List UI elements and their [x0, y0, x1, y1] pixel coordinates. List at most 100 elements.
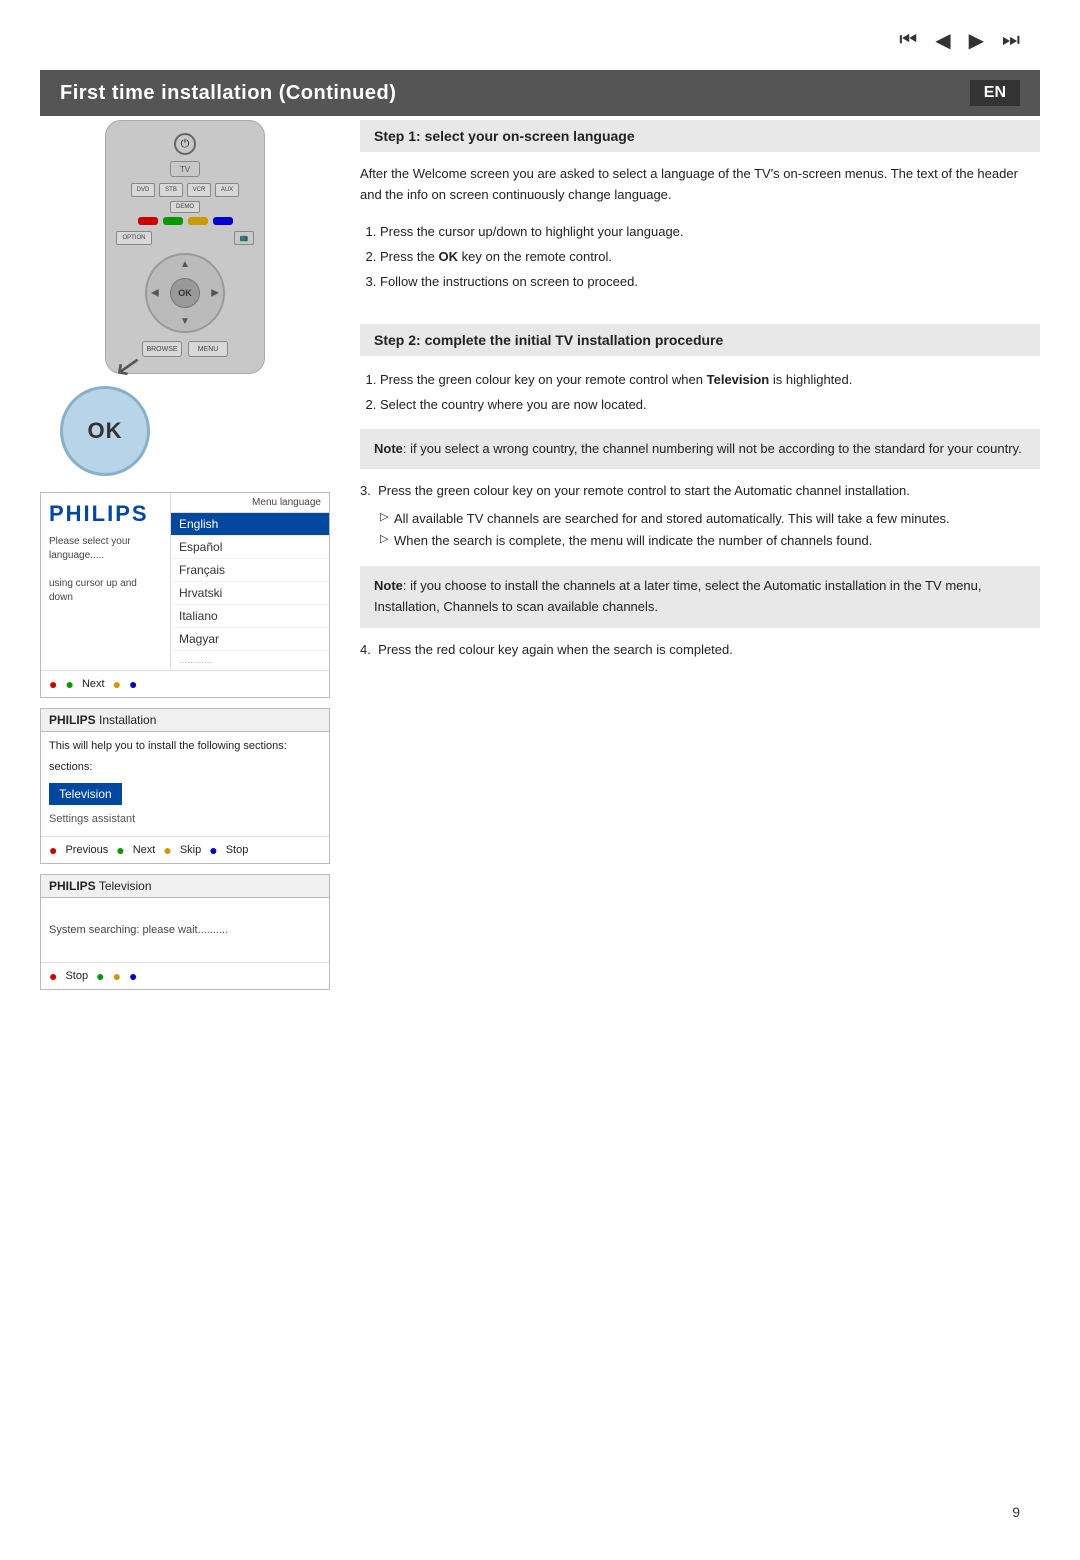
tv-screen-footer: ● Stop ● ● ●	[41, 962, 329, 989]
nav-prev-prev-icon[interactable]: ⏮	[899, 29, 917, 52]
lang-item-espanol[interactable]: Español	[171, 536, 329, 559]
step1-header: Step 1: select your on-screen language	[360, 120, 1040, 152]
dpad-up[interactable]: ▲	[180, 259, 190, 270]
ok-button-small[interactable]: OK	[170, 278, 200, 308]
install-previous-label[interactable]: Previous	[65, 844, 108, 856]
remote-illustration: ⏻ TV DVD STB VCR AUX DEMO OPTION 📺	[40, 120, 330, 374]
green-button[interactable]	[163, 217, 183, 225]
yellow-dot-icon: ●	[113, 676, 121, 692]
stb-button[interactable]: STB	[159, 183, 183, 197]
power-icon: ⏻	[181, 138, 190, 151]
step2-list-item-1: Press the green colour key on your remot…	[380, 368, 1040, 391]
install-stop-label[interactable]: Stop	[226, 844, 249, 856]
note-box-2: Note: if you choose to install the chann…	[360, 566, 1040, 628]
tv-red-dot: ●	[49, 968, 57, 984]
dpad-down[interactable]: ▼	[180, 316, 190, 327]
step1-list: Press the cursor up/down to highlight yo…	[380, 220, 1040, 294]
tv-highlight[interactable]: Television	[49, 783, 122, 805]
lang-item-italiano[interactable]: Italiano	[171, 605, 329, 628]
philips-logo: PHILIPS	[49, 501, 162, 527]
step2-list-top: Press the green colour key on your remot…	[380, 368, 1040, 417]
lang-item-francais[interactable]: Français	[171, 559, 329, 582]
blue-dot-icon: ●	[129, 676, 137, 692]
left-column: ⏻ TV DVD STB VCR AUX DEMO OPTION 📺	[40, 120, 330, 1000]
install-screen-footer: ● Previous ● Next ● Skip ● Stop	[41, 836, 329, 863]
lang-menu-header: Menu language	[171, 493, 329, 513]
header-bar: First time installation (Continued) EN	[40, 70, 1040, 116]
step2-bullet-list: All available TV channels are searched f…	[380, 508, 1040, 552]
tv-screen-body: System searching: please wait..........	[41, 898, 329, 962]
aux-button[interactable]: AUX	[215, 183, 239, 197]
settings-assistant-text: Settings assistant	[49, 809, 321, 830]
dpad-right[interactable]: ▶	[211, 288, 219, 299]
install-next-label[interactable]: Next	[133, 844, 156, 856]
tv-yellow-dot: ●	[113, 968, 121, 984]
yellow-button[interactable]	[188, 217, 208, 225]
step1-list-item-2: Press the OK key on the remote control.	[380, 245, 1040, 268]
install-screen-body: This will help you to install the follow…	[41, 732, 329, 836]
menu-button[interactable]: MENU	[188, 341, 228, 357]
tv-button[interactable]: TV	[170, 161, 200, 177]
step2-header: Step 2: complete the initial TV installa…	[360, 324, 1040, 356]
step2-bullet-2: When the search is complete, the menu wi…	[380, 530, 1040, 552]
demo-button[interactable]: DEMO	[170, 201, 200, 213]
step2-para3: 3. Press the green colour key on your re…	[360, 481, 1040, 552]
power-button[interactable]: ⏻	[174, 133, 196, 155]
blue-button[interactable]	[213, 217, 233, 225]
lang-left-panel: PHILIPS Please select your language.....…	[41, 493, 171, 670]
red-button[interactable]	[138, 217, 158, 225]
step2-bullet-1: All available TV channels are searched f…	[380, 508, 1040, 530]
red-dot-icon: ●	[49, 676, 57, 692]
install-blue-dot: ●	[209, 842, 217, 858]
television-screen: PHILIPS Television System searching: ple…	[40, 874, 330, 990]
step1-list-item-3: Follow the instructions on screen to pro…	[380, 270, 1040, 293]
install-red-dot: ●	[49, 842, 57, 858]
install-help-text: This will help you to install the follow…	[49, 738, 321, 755]
dpad-left[interactable]: ◀	[151, 288, 159, 299]
top-nav: ⏮ ◀ ▶ ⏭	[899, 28, 1020, 53]
tv-stop-label[interactable]: Stop	[65, 970, 88, 982]
lang-item-hrvatski[interactable]: Hrvatski	[171, 582, 329, 605]
step2-para4: 4. Press the red colour key again when t…	[360, 640, 1040, 661]
tv-screen-header: PHILIPS Television	[41, 875, 329, 898]
right-column: Step 1: select your on-screen language A…	[360, 120, 1040, 675]
install-yellow-dot: ●	[163, 842, 171, 858]
lang-instruction: Please select your language..... using c…	[49, 535, 162, 605]
install-skip-label[interactable]: Skip	[180, 844, 201, 856]
note2-label: Note: if you choose to install the chann…	[374, 578, 981, 614]
option-row: OPTION 📺	[116, 231, 254, 245]
browse-button[interactable]: BROWSE	[142, 341, 182, 357]
install-screen-header: PHILIPS Installation	[41, 709, 329, 732]
vcr-button[interactable]: VCR	[187, 183, 211, 197]
remote-control: ⏻ TV DVD STB VCR AUX DEMO OPTION 📺	[105, 120, 265, 374]
nav-next-icon[interactable]: ▶	[969, 28, 984, 53]
dpad-circle: ▲ ▼ ◀ ▶ OK	[145, 253, 225, 333]
searching-text: System searching: please wait..........	[49, 916, 321, 944]
language-selection-screen: PHILIPS Please select your language.....…	[40, 492, 330, 698]
nav-prev-icon[interactable]: ◀	[935, 28, 950, 53]
green-dot-icon: ●	[65, 676, 73, 692]
option-button[interactable]: OPTION	[116, 231, 152, 245]
note1-label: Note: if you select a wrong country, the…	[374, 441, 1022, 456]
source-buttons-row: DVD STB VCR AUX	[116, 183, 254, 197]
ok-large-button[interactable]: OK	[60, 386, 150, 476]
installation-screen: PHILIPS Installation This will help you …	[40, 708, 330, 864]
page-number: 9	[1012, 1504, 1020, 1520]
dpad: ▲ ▼ ◀ ▶ OK	[145, 253, 225, 333]
nav-next-next-icon[interactable]: ⏭	[1002, 29, 1020, 52]
step1-para: After the Welcome screen you are asked t…	[360, 164, 1040, 206]
install-green-dot: ●	[116, 842, 124, 858]
dvd-button[interactable]: DVD	[131, 183, 155, 197]
tv-screen-brand: PHILIPS	[49, 879, 96, 893]
tv-screen-title-text: Television	[99, 879, 152, 893]
lang-screen-inner: PHILIPS Please select your language.....…	[41, 493, 329, 670]
tv-icon: 📺	[234, 231, 254, 245]
lang-screen-footer: ● ● Next ● ●	[41, 670, 329, 697]
lang-item-english[interactable]: English	[171, 513, 329, 536]
lang-item-magyar[interactable]: Magyar	[171, 628, 329, 651]
install-title-text: Installation	[99, 713, 156, 727]
next-label[interactable]: Next	[82, 678, 105, 690]
step1-list-item-1: Press the cursor up/down to highlight yo…	[380, 220, 1040, 243]
color-buttons	[116, 217, 254, 225]
note-box-1: Note: if you select a wrong country, the…	[360, 429, 1040, 470]
